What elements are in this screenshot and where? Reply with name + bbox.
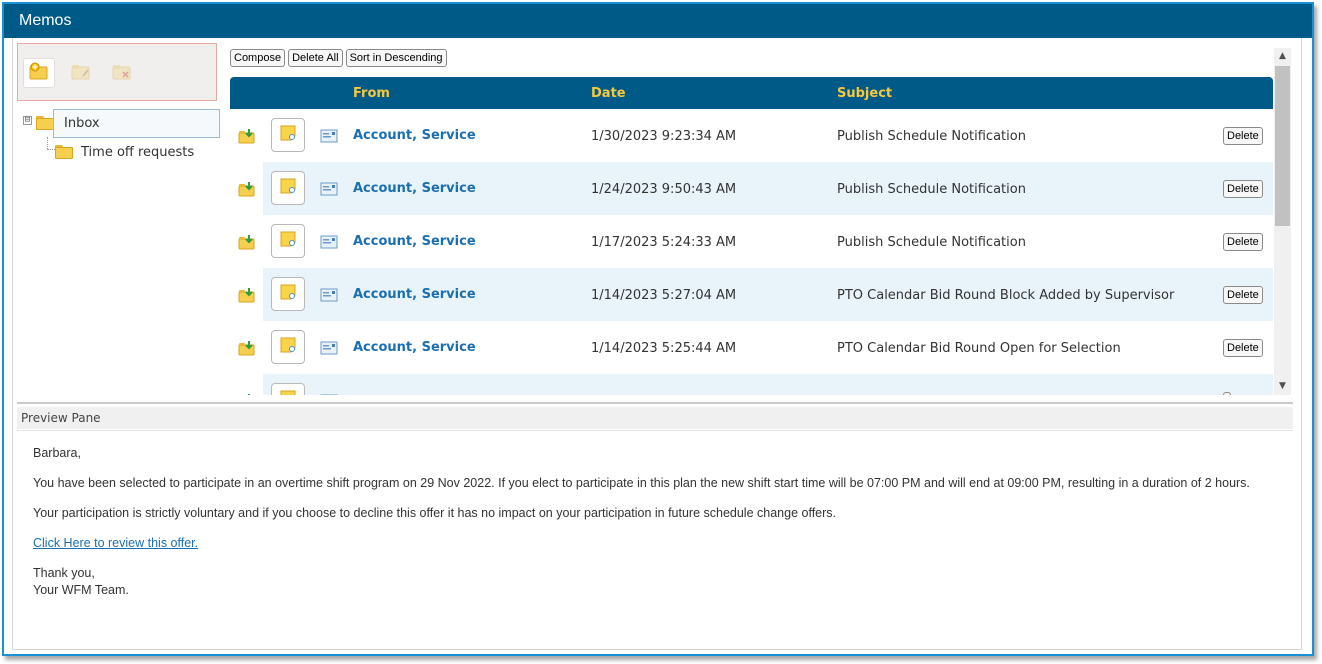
scroll-up-icon[interactable]: ▲ xyxy=(1274,48,1291,65)
memo-envelope-icon xyxy=(320,235,338,253)
tree-item-label: Time off requests xyxy=(81,144,195,160)
from-link[interactable]: Account, Service xyxy=(353,340,476,355)
memo-closing: Thank you, xyxy=(33,566,95,580)
sticky-note-icon xyxy=(279,230,297,252)
date-cell: 1/14/2023 5:27:04 AM xyxy=(591,288,737,303)
table-row[interactable]: Account, Service 1/14/2023 5:25:44 AM PT… xyxy=(230,321,1273,374)
sticky-note-button[interactable] xyxy=(271,118,305,152)
folder-icon xyxy=(36,116,54,130)
from-link[interactable]: Account, Service xyxy=(353,128,476,143)
memo-paragraph: Your participation is strictly voluntary… xyxy=(33,506,837,520)
tree-item-time-off-requests[interactable]: Time off requests xyxy=(55,142,194,162)
memo-paragraph: You have been selected to participate in… xyxy=(33,476,1250,490)
subject-cell: PTO Calendar Bid Round Open for Selectio… xyxy=(837,341,1121,356)
sticky-note-button[interactable] xyxy=(271,277,305,311)
subject-cell: Publish Schedule Notification xyxy=(837,129,1026,144)
memo-signature: Your WFM Team. xyxy=(33,583,129,597)
table-row[interactable]: Account, Service 1/14/2023 5:27:04 AM PT… xyxy=(230,268,1273,321)
memo-envelope-icon xyxy=(320,182,338,200)
memo-envelope-icon xyxy=(320,129,338,147)
sticky-note-icon xyxy=(279,124,297,146)
from-link[interactable]: Account, Service xyxy=(353,287,476,302)
subject-cell: Publish Schedule Notification xyxy=(837,235,1026,250)
memo-grid: From Date Subject Account, Service 1/30/… xyxy=(230,77,1273,395)
scroll-thumb[interactable] xyxy=(1275,66,1290,226)
tree-item-inbox-label[interactable]: Inbox xyxy=(53,109,220,138)
sticky-note-button[interactable] xyxy=(271,224,305,258)
subject-cell: PTO Calendar Bid Round Block Added by Su… xyxy=(837,288,1175,303)
move-to-folder-icon[interactable] xyxy=(238,181,256,201)
review-offer-link[interactable]: Click Here to review this offer. xyxy=(33,536,198,550)
move-to-folder-icon[interactable] xyxy=(238,340,256,360)
collapse-icon[interactable]: ⊟ xyxy=(23,116,32,125)
scroll-down-icon[interactable]: ▼ xyxy=(1274,378,1291,395)
delete-folder-icon xyxy=(112,62,132,84)
edit-folder-button[interactable] xyxy=(65,58,97,88)
folder-tree: ⊟ Inbox Time off requests xyxy=(17,104,220,394)
sticky-note-icon xyxy=(279,389,297,395)
sticky-note-icon xyxy=(279,283,297,305)
delete-button[interactable]: Delete xyxy=(1223,127,1263,145)
column-from[interactable]: From xyxy=(353,86,390,101)
sticky-note-icon xyxy=(279,336,297,358)
delete-button[interactable]: Delete xyxy=(1223,180,1263,198)
delete-all-button[interactable]: Delete All xyxy=(288,49,343,67)
table-row[interactable]: Account, Service 1/30/2023 9:23:34 AM Pu… xyxy=(230,109,1273,162)
table-row[interactable]: Account, Service 1/24/2023 9:50:43 AM Pu… xyxy=(230,162,1273,215)
grid-header: From Date Subject xyxy=(230,77,1273,109)
move-to-folder-icon[interactable] xyxy=(238,287,256,307)
sticky-note-button[interactable] xyxy=(271,330,305,364)
subject-cell: Publish Schedule Notification xyxy=(837,182,1026,197)
edit-folder-icon xyxy=(71,62,91,84)
tree-connector xyxy=(47,137,48,149)
delete-folder-button[interactable] xyxy=(106,58,138,88)
sort-button[interactable]: Sort in Descending xyxy=(345,49,447,67)
delete-button[interactable]: Delete xyxy=(1223,339,1263,357)
folder-icon xyxy=(55,145,73,159)
grid-scrollbar[interactable]: ▲ ▼ xyxy=(1274,48,1291,395)
window-title: Memos xyxy=(4,4,1312,38)
memo-greeting: Barbara, xyxy=(33,446,81,460)
folder-toolbar xyxy=(17,43,217,101)
date-cell: 1/30/2023 9:23:34 AM xyxy=(591,129,737,144)
delete-button[interactable]: Delete xyxy=(1223,233,1263,251)
new-folder-button[interactable] xyxy=(23,58,55,88)
tree-connector xyxy=(47,149,55,150)
sticky-note-button[interactable] xyxy=(271,171,305,205)
tree-item-inbox[interactable]: Inbox xyxy=(36,109,220,138)
table-row[interactable] xyxy=(230,374,1273,395)
column-subject[interactable]: Subject xyxy=(837,86,892,101)
move-to-folder-icon[interactable] xyxy=(238,234,256,254)
date-cell: 1/17/2023 5:24:33 AM xyxy=(591,235,737,250)
delete-button[interactable]: Delete xyxy=(1223,286,1263,304)
date-cell: 1/24/2023 9:50:43 AM xyxy=(591,182,737,197)
new-folder-icon xyxy=(29,62,49,84)
move-to-folder-icon[interactable] xyxy=(238,393,256,395)
from-link[interactable]: Account, Service xyxy=(353,234,476,249)
date-cell: 1/14/2023 5:25:44 AM xyxy=(591,341,737,356)
memo-envelope-icon xyxy=(320,341,338,359)
compose-button[interactable]: Compose xyxy=(230,49,286,67)
sticky-note-button[interactable] xyxy=(271,383,305,395)
preview-pane-body: Barbara, You have been selected to parti… xyxy=(17,430,1293,644)
from-link[interactable]: Account, Service xyxy=(353,181,476,196)
pane-splitter[interactable] xyxy=(17,402,1293,404)
sticky-note-icon xyxy=(279,177,297,199)
column-date[interactable]: Date xyxy=(591,86,626,101)
move-to-folder-icon[interactable] xyxy=(238,128,256,148)
delete-button[interactable] xyxy=(1223,392,1231,395)
memo-actions: Compose Delete All Sort in Descending xyxy=(230,49,447,67)
memo-envelope-icon xyxy=(320,288,338,306)
preview-pane-header: Preview Pane xyxy=(17,407,1293,429)
memo-envelope-icon xyxy=(320,394,338,395)
table-row[interactable]: Account, Service 1/17/2023 5:24:33 AM Pu… xyxy=(230,215,1273,268)
